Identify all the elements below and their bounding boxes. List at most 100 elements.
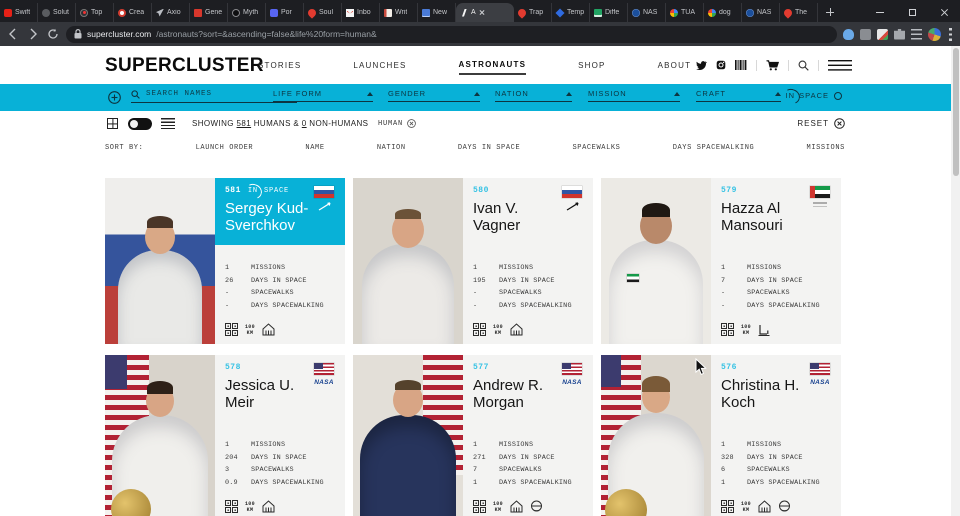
astronaut-name[interactable]: Christina H. Koch [721,377,815,412]
astronaut-card[interactable]: 580 Ivan V. Vagner 1 MISSIONS 195 DAYS IN … [353,178,593,344]
craft-dropdown[interactable]: CRAFT [696,89,781,102]
browser-tab[interactable]: New [418,3,456,22]
window-minimize-button[interactable] [864,2,896,22]
reading-list-icon[interactable] [911,28,922,40]
astronaut-card[interactable]: 576 Christina H. Koch NASA 1 MISSIONS 328… [601,355,841,516]
sort-days-in-space[interactable]: DAYS IN SPACE [458,144,520,152]
nav-about[interactable]: ABOUT [658,57,692,74]
browser-tab[interactable]: Diffe [590,3,628,22]
barcode-icon[interactable] [735,60,747,70]
astronaut-name[interactable]: Andrew R. Morgan [473,377,567,412]
reset-filters-button[interactable]: RESET [797,118,845,129]
filter-bar: LIFE FORM GENDER NATION MISSION CRAFT IN… [0,84,960,111]
window-close-button[interactable] [928,2,960,22]
remove-filter-icon[interactable] [407,119,416,128]
tab-title: Top [91,9,103,16]
astronaut-name[interactable]: Jessica U. Meir [225,377,319,412]
supercluster-logo[interactable]: SUPERCLUSTER [105,55,264,77]
karman-line-icon: 100 KM [741,501,751,513]
page-scrollbar[interactable] [951,46,960,516]
browser-tab[interactable]: TUA [666,3,704,22]
browser-tab[interactable]: Trap [514,3,552,22]
browser-tab[interactable]: Inbo [342,3,380,22]
landing-alt-icon [758,323,770,336]
instagram-icon[interactable] [716,60,726,70]
achievement-badges: 100 KM [225,323,275,336]
browser-tab-active[interactable]: A [456,3,514,22]
search-icon[interactable] [798,60,809,71]
browser-tab[interactable]: Solut [38,3,76,22]
browser-tab[interactable]: Soul [304,3,342,22]
browser-tab[interactable]: Crea [114,3,152,22]
mission-dropdown[interactable]: MISSION [588,89,680,102]
browser-tab[interactable]: NAS [742,3,780,22]
sort-spacewalks[interactable]: SPACEWALKS [572,144,620,152]
usa-flag-icon [810,363,830,375]
list-view-icon[interactable] [161,118,175,129]
sort-launch-order[interactable]: LAUNCH ORDER [196,144,254,152]
stats-list: 1 MISSIONS 7 DAYS IN SPACE - SPACEWALKS - DA… [721,264,820,310]
astronaut-name[interactable]: Sergey Kud-Sverchkov [225,200,319,235]
browser-tab[interactable]: The [780,3,818,22]
life-form-dropdown[interactable]: LIFE FORM [273,89,373,102]
chevron-up-icon [367,91,373,96]
twitter-icon[interactable] [696,60,707,70]
grid-view-icon[interactable] [107,118,118,129]
nation-dropdown[interactable]: NATION [495,89,572,102]
new-tab-button[interactable] [822,4,838,20]
back-button[interactable] [6,27,20,41]
browser-tab[interactable]: Axio [152,3,190,22]
browser-tab[interactable]: Myth [228,3,266,22]
gender-dropdown[interactable]: GENDER [388,89,480,102]
nav-shop[interactable]: SHOP [578,57,605,74]
astronaut-card[interactable]: 578 Jessica U. Meir NASA 1 MISSIONS 204 DA… [105,355,345,516]
browser-tab[interactable]: Top [76,3,114,22]
ground-landing-icon [510,323,523,336]
astronaut-name[interactable]: Hazza Al Mansouri [721,200,815,235]
chrome-menu-icon[interactable] [949,27,952,41]
ground-landing-icon [262,323,275,336]
photos-extension-icon[interactable] [877,28,888,40]
browser-tab[interactable]: NAS [628,3,666,22]
sort-missions[interactable]: MISSIONS [807,144,845,152]
scrollbar-thumb[interactable] [952,48,959,176]
ground-landing-icon [510,500,523,513]
sort-days-spacewalking[interactable]: DAYS SPACEWALKING [673,144,755,152]
url-host: supercluster.com [87,29,152,39]
stats-list: 1 MISSIONS 195 DAYS IN SPACE - SPACEWALKS -… [473,264,572,310]
browser-tab[interactable]: Por [266,3,304,22]
astronaut-card[interactable]: 577 Andrew R. Morgan NASA 1 MISSIONS 271 D… [353,355,593,516]
cart-icon[interactable] [766,59,779,71]
add-filter-icon[interactable] [108,91,121,104]
in-space-toggle[interactable]: IN SPACE [785,91,842,100]
sort-nation[interactable]: NATION [377,144,406,152]
browser-tab[interactable]: Temp [552,3,590,22]
orbital-flight-icon [721,500,734,513]
browser-tab[interactable]: dog [704,3,742,22]
astronaut-name[interactable]: Ivan V. Vagner [473,200,567,235]
tab-close-icon[interactable] [479,10,485,16]
profile-avatar[interactable] [928,27,941,41]
nav-stories[interactable]: STORIES [258,57,301,74]
extension-icon[interactable] [860,28,871,40]
refresh-button[interactable] [46,27,60,41]
astronaut-card[interactable]: 581 IN SPACE Sergey Kud-Sverchkov 1 MISSIO… [105,178,345,344]
nav-launches[interactable]: LAUNCHES [353,57,406,74]
browser-tab[interactable]: Gene [190,3,228,22]
active-filter-chip[interactable]: HUMAN [378,119,416,128]
forward-button[interactable] [26,27,40,41]
nasa-favicon [632,8,640,17]
extensions-puzzle-icon[interactable] [894,28,905,40]
russia-flag-icon [314,186,334,198]
address-bar[interactable]: supercluster.com/astronauts?sort=&ascend… [66,25,837,43]
browser-tab[interactable]: Writ [380,3,418,22]
nav-astronauts[interactable]: ASTRONAUTS [458,56,527,75]
view-toggle-switch[interactable] [128,118,152,130]
astronaut-card[interactable]: 579 Hazza Al Mansouri 1 MISSIONS 7 DAYS IN… [601,178,841,344]
cloud-extension-icon[interactable] [843,28,854,40]
hamburger-menu-icon[interactable] [828,59,852,71]
tab-title: Swift [15,9,31,16]
sort-name[interactable]: NAME [305,144,324,152]
browser-tab[interactable]: Swift [0,3,38,22]
window-maximize-button[interactable] [896,2,928,22]
